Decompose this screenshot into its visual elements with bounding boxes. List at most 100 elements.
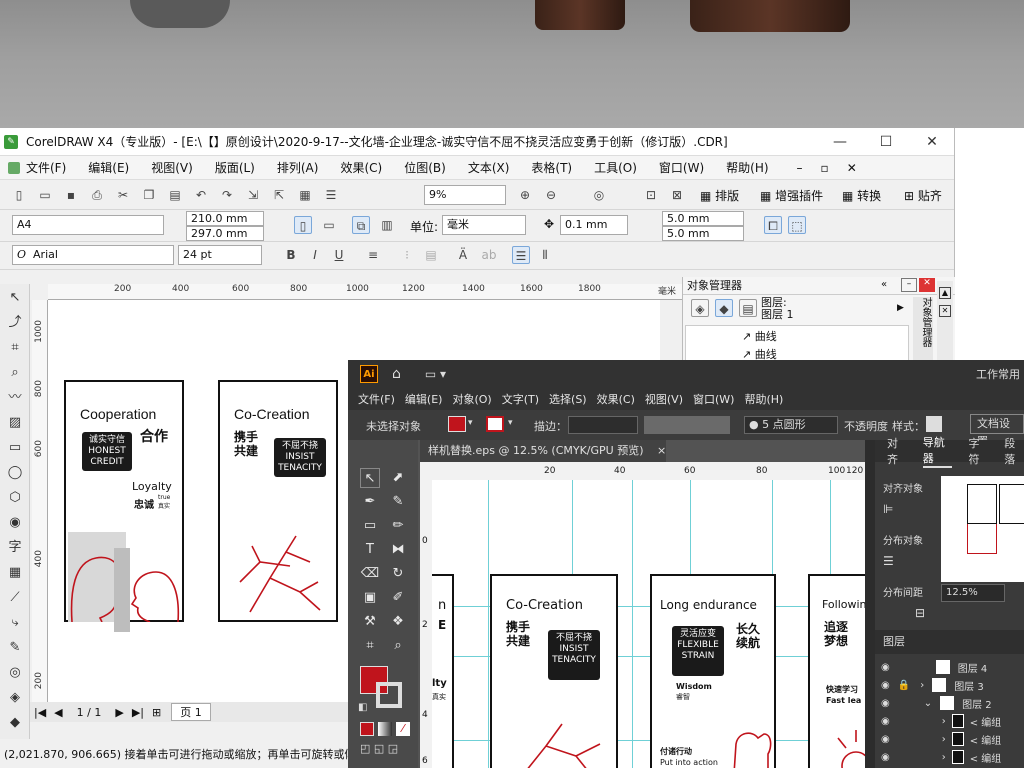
duplicate-x-field[interactable]: 5.0 mm bbox=[662, 211, 744, 226]
gradient-tool-icon[interactable]: ▣ bbox=[360, 588, 380, 608]
bold-icon[interactable]: B bbox=[282, 246, 300, 264]
minimize-button[interactable]: — bbox=[820, 130, 860, 154]
ai-artboard-canvas[interactable]: n E lty 真实 Co-Creation 携手 共建 不屈不挠 INSIST… bbox=[432, 480, 865, 768]
stroke-swatch[interactable] bbox=[486, 416, 504, 432]
collapse-icon[interactable]: ⌄ bbox=[924, 698, 932, 709]
ai-menu-effect[interactable]: 效果(C) bbox=[597, 391, 635, 407]
next-page-icon[interactable]: ▶ bbox=[115, 706, 123, 719]
menu-arrange[interactable]: 排列(A) bbox=[277, 159, 319, 176]
expand-icon[interactable]: › bbox=[920, 680, 924, 691]
ai-menu-select[interactable]: 选择(S) bbox=[549, 391, 587, 407]
navigator-preview[interactable] bbox=[941, 476, 1024, 582]
portrait-icon[interactable]: ▯ bbox=[294, 216, 312, 234]
new-icon[interactable]: ▯ bbox=[10, 186, 28, 204]
all-pages-icon[interactable]: ⧉ bbox=[352, 216, 370, 234]
mdi-restore[interactable]: ▫ bbox=[821, 161, 829, 175]
page-tab[interactable]: 页 1 bbox=[171, 703, 211, 721]
smart-fill-icon[interactable]: ▨ bbox=[4, 412, 26, 434]
print-icon[interactable]: ⎙ bbox=[88, 186, 106, 204]
distribute-icon[interactable]: ☰ bbox=[883, 554, 894, 568]
last-page-icon[interactable]: ▶| bbox=[132, 706, 144, 719]
show-object-properties-icon[interactable]: ◆ bbox=[715, 299, 733, 317]
expand-icon[interactable]: › bbox=[942, 752, 946, 763]
document-tab-close[interactable]: × bbox=[657, 444, 666, 457]
pick-tool-icon[interactable]: ↖ bbox=[4, 287, 26, 309]
page-height-field[interactable]: 297.0 mm bbox=[186, 226, 264, 241]
menu-layout[interactable]: 版面(L) bbox=[215, 159, 255, 176]
none-mode-icon[interactable]: ⁄ bbox=[396, 722, 410, 736]
tab-character[interactable]: 字符 bbox=[968, 435, 988, 467]
visibility-eye-icon[interactable]: ◉ bbox=[881, 680, 890, 691]
menu-tools[interactable]: 工具(O) bbox=[594, 159, 637, 176]
save-icon[interactable]: ▪ bbox=[62, 186, 80, 204]
shape-tool-icon[interactable]: ⤴ bbox=[4, 312, 26, 334]
direct-select-icon[interactable]: ⬈ bbox=[388, 468, 408, 488]
tab-align[interactable]: 对齐 bbox=[887, 435, 907, 467]
basic-shapes-icon[interactable]: ◉ bbox=[4, 512, 26, 534]
horizontal-text-icon[interactable]: ☰ bbox=[512, 246, 530, 264]
mdi-close[interactable]: ✕ bbox=[847, 161, 857, 175]
artboard-tool-icon[interactable]: ⌗ bbox=[360, 636, 380, 656]
no-fill-swatch[interactable]: ✕ bbox=[939, 305, 951, 317]
menu-edit[interactable]: 编辑(E) bbox=[88, 159, 129, 176]
eyedropper-icon[interactable]: ✎ bbox=[4, 637, 26, 659]
opacity-label[interactable]: 不透明度 bbox=[844, 418, 888, 434]
fill-dropdown-icon[interactable]: ▾ bbox=[468, 418, 473, 428]
zoom-in-icon[interactable]: ⊕ bbox=[516, 186, 534, 204]
menu-table[interactable]: 表格(T) bbox=[531, 159, 572, 176]
ai-menu-edit[interactable]: 编辑(E) bbox=[405, 391, 443, 407]
curvature-tool-icon[interactable]: ✎ bbox=[388, 492, 408, 512]
design-card-long-endurance[interactable]: Long endurance 长久 续航 灵活应变 FLEXIBLE STRAI… bbox=[650, 574, 776, 768]
expand-icon[interactable]: › bbox=[942, 734, 946, 745]
layer-row[interactable]: ◉ › < 编组 bbox=[875, 748, 1024, 766]
crop-tool-icon[interactable]: ⌗ bbox=[4, 337, 26, 359]
ai-menu-help[interactable]: 帮助(H) bbox=[744, 391, 783, 407]
zoom-height-icon[interactable]: ⊠ bbox=[668, 186, 686, 204]
zoom-tool-icon[interactable]: ⌕ bbox=[4, 362, 26, 384]
font-dropdown[interactable]: O Arial bbox=[12, 245, 174, 265]
zoom-width-icon[interactable]: ⊡ bbox=[642, 186, 660, 204]
pencil-tool-icon[interactable]: ✏ bbox=[388, 516, 408, 536]
dimension-tool-icon[interactable]: ⟋ bbox=[4, 587, 26, 609]
fill-swatch[interactable] bbox=[448, 416, 466, 432]
visibility-eye-icon[interactable]: ◉ bbox=[881, 734, 890, 745]
rectangle-tool-icon[interactable]: ▭ bbox=[360, 516, 380, 536]
text-tool-icon[interactable]: 字 bbox=[4, 537, 26, 559]
tab-navigator[interactable]: 导航器 bbox=[922, 434, 953, 468]
polygon-tool-icon[interactable]: ⬡ bbox=[4, 487, 26, 509]
navigator-zoom-field[interactable]: 12.5% bbox=[941, 584, 1005, 602]
document-setup-button[interactable]: 文档设置 bbox=[970, 414, 1024, 448]
zoom-level-dropdown[interactable]: 9% bbox=[424, 185, 506, 205]
design-card-cocreation[interactable]: Co-Creation 携手 共建 不屈不挠 INSIST TENACITY bbox=[218, 380, 338, 622]
layer-manager-icon[interactable]: ▤ bbox=[739, 299, 757, 317]
reflect-tool-icon[interactable]: ⧓ bbox=[388, 540, 408, 560]
zoom-tool-icon[interactable]: ⌕ bbox=[388, 636, 408, 656]
first-page-icon[interactable]: |◀ bbox=[34, 706, 46, 719]
ai-menu-file[interactable]: 文件(F) bbox=[358, 391, 395, 407]
document-tab[interactable]: 样机替换.eps @ 12.5% (CMYK/GPU 预览) × bbox=[420, 440, 666, 462]
align-icon[interactable]: ≡ bbox=[364, 246, 382, 264]
cut-icon[interactable]: ✂ bbox=[114, 186, 132, 204]
font-size-dropdown[interactable]: 24 pt bbox=[178, 245, 262, 265]
ai-menu-type[interactable]: 文字(T) bbox=[502, 391, 539, 407]
connector-tool-icon[interactable]: ⤷ bbox=[4, 612, 26, 634]
layer-row[interactable]: ◉ 图层 4 bbox=[875, 658, 1024, 676]
maximize-button[interactable]: ☐ bbox=[866, 130, 906, 154]
plugin-button[interactable]: ▦ 增强插件 bbox=[760, 187, 823, 204]
align-icon[interactable]: ⊫ bbox=[883, 502, 893, 516]
workspace-switcher-icon[interactable]: ▭ ▾ bbox=[425, 367, 446, 381]
layer-row[interactable]: ◉ ⌄ 图层 2 bbox=[875, 694, 1024, 712]
draw-mode-icon[interactable]: ◰ ◱ ◲ bbox=[360, 742, 398, 755]
text-format-icon[interactable]: Ä bbox=[454, 246, 472, 264]
export-icon[interactable]: ⇱ bbox=[270, 186, 288, 204]
import-icon[interactable]: ⇲ bbox=[244, 186, 262, 204]
units-dropdown[interactable]: 毫米 bbox=[442, 215, 526, 235]
style-swatch[interactable] bbox=[926, 416, 942, 432]
variable-width-profile[interactable] bbox=[644, 416, 730, 434]
gradient-mode-icon[interactable] bbox=[378, 722, 392, 736]
current-page-icon[interactable]: ▥ bbox=[378, 216, 396, 234]
copy-icon[interactable]: ❐ bbox=[140, 186, 158, 204]
tab-paragraph[interactable]: 段落 bbox=[1004, 435, 1024, 467]
underline-icon[interactable]: U bbox=[330, 246, 348, 264]
freehand-tool-icon[interactable]: 〰 bbox=[4, 387, 26, 409]
